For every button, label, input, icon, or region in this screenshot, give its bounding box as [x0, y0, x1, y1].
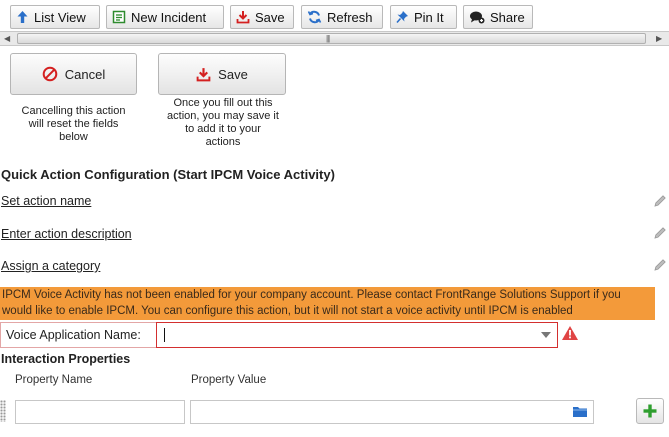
cancel-hint-line: Cancelling this action [21, 105, 126, 117]
voice-application-label: Voice Application Name: [0, 322, 156, 348]
text-caret [164, 328, 165, 342]
cancel-hint: Cancelling this action will reset the fi… [10, 105, 137, 144]
new-incident-button[interactable]: New Incident [106, 5, 224, 29]
scrollbar-grip-icon: ||| [326, 34, 330, 43]
dropdown-arrow-icon[interactable] [541, 332, 551, 338]
ipcm-warning-banner: IPCM Voice Activity has not been enabled… [0, 287, 655, 320]
save-action-label: Save [218, 66, 248, 82]
share-label: Share [490, 9, 525, 25]
scroll-left-icon[interactable]: ◀ [4, 34, 10, 43]
cancel-hint-line: will reset the fields [28, 118, 119, 130]
pin-it-label: Pin It [414, 9, 444, 25]
config-title: Quick Action Configuration (Start IPCM V… [1, 167, 335, 182]
action-description-link[interactable]: Enter action description [1, 227, 132, 241]
toolbar-save-label: Save [255, 9, 285, 25]
scrollbar-thumb[interactable]: ||| [17, 33, 646, 44]
scroll-right-icon[interactable]: ▶ [656, 34, 662, 43]
arrow-up-icon [17, 11, 28, 23]
list-view-label: List View [34, 9, 86, 25]
toolbar-save-button[interactable]: Save [230, 5, 294, 29]
pencil-icon[interactable] [653, 258, 667, 272]
cancel-label: Cancel [64, 66, 106, 82]
error-warning-icon [562, 326, 578, 340]
property-value-input[interactable] [190, 400, 594, 424]
list-view-button[interactable]: List View [10, 5, 100, 29]
action-name-link[interactable]: Set action name [1, 194, 91, 208]
share-button[interactable]: Share [463, 5, 533, 29]
plus-icon [643, 404, 657, 418]
save-hint-line: to add it to your [185, 123, 261, 135]
voice-application-select[interactable] [156, 322, 558, 348]
pin-it-button[interactable]: Pin It [390, 5, 457, 29]
refresh-label: Refresh [327, 9, 373, 25]
row-drag-handle-icon[interactable] [0, 400, 6, 422]
pin-icon [396, 11, 408, 24]
property-name-header: Property Name [15, 374, 93, 386]
save-download-icon [236, 11, 250, 24]
save-hint-line: actions [205, 136, 241, 148]
new-form-icon [112, 10, 126, 24]
refresh-button[interactable]: Refresh [301, 5, 383, 29]
save-download-icon [196, 67, 211, 81]
cancel-hint-line: below [59, 131, 88, 143]
save-action-button[interactable]: Save [158, 53, 286, 95]
save-hint: Once you fill out this action, you may s… [155, 97, 291, 149]
save-hint-line: action, you may save it [167, 110, 279, 122]
add-property-button[interactable] [636, 398, 664, 424]
save-hint-line: Once you fill out this [173, 97, 273, 109]
horizontal-scrollbar[interactable]: ◀ ||| ▶ [0, 31, 669, 46]
new-incident-label: New Incident [131, 9, 207, 25]
pencil-icon[interactable] [653, 226, 667, 240]
share-chat-icon [470, 11, 485, 24]
toolbar: List View New Incident Save Refresh Pin … [0, 0, 669, 32]
cancel-button[interactable]: Cancel [10, 53, 137, 95]
folder-icon[interactable] [572, 405, 588, 418]
refresh-icon [307, 10, 322, 24]
property-name-input[interactable] [15, 400, 185, 424]
interaction-properties-title: Interaction Properties [1, 352, 131, 366]
pencil-icon[interactable] [653, 194, 667, 208]
warning-line: would like to enable IPCM. You can confi… [2, 305, 573, 317]
cancel-circle-icon [42, 66, 58, 82]
warning-line: IPCM Voice Activity has not been enabled… [2, 289, 621, 301]
property-value-header: Property Value [191, 374, 267, 386]
category-link[interactable]: Assign a category [1, 259, 100, 273]
